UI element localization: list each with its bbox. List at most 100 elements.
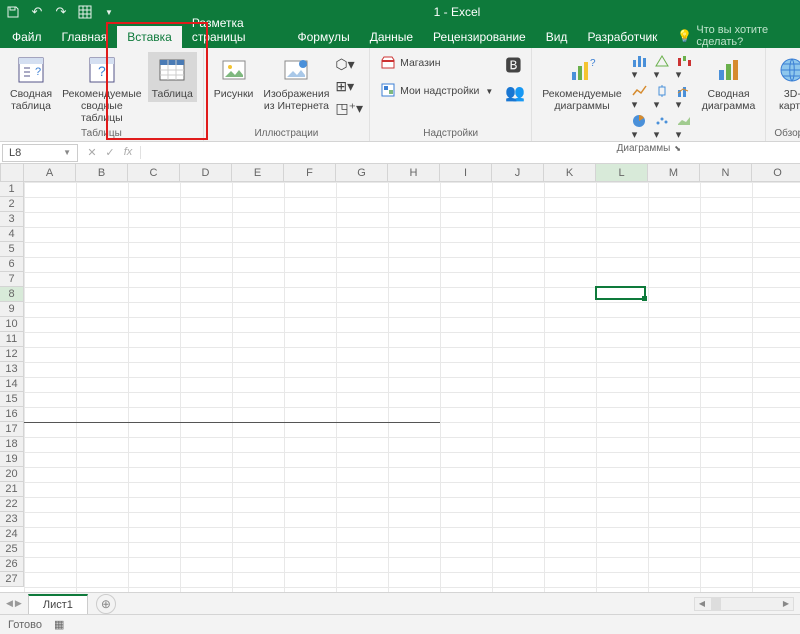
quick-grid-icon[interactable] — [76, 3, 94, 21]
tab-data[interactable]: Данные — [360, 26, 423, 48]
row-header[interactable]: 3 — [0, 212, 24, 227]
column-header[interactable]: E — [232, 164, 284, 182]
insert-function-icon[interactable]: fx — [120, 146, 136, 159]
tab-review[interactable]: Рецензирование — [423, 26, 536, 48]
online-pictures-button[interactable]: Изображения из Интернета — [259, 52, 333, 114]
sheet-nav-next-icon[interactable]: ▶ — [15, 598, 22, 609]
row-header[interactable]: 12 — [0, 347, 24, 362]
row-header[interactable]: 8 — [0, 287, 24, 302]
column-header[interactable]: A — [24, 164, 76, 182]
column-header[interactable]: H — [388, 164, 440, 182]
column-header[interactable]: J — [492, 164, 544, 182]
tab-view[interactable]: Вид — [536, 26, 578, 48]
chart-hierarchy-icon[interactable]: ▾ — [654, 54, 670, 81]
row-header[interactable]: 27 — [0, 572, 24, 587]
row-header[interactable]: 26 — [0, 557, 24, 572]
row-header[interactable]: 4 — [0, 227, 24, 242]
active-cell[interactable] — [595, 286, 646, 300]
online-pictures-icon — [280, 54, 312, 86]
smartart-dropdown-icon[interactable]: ⊞▾ — [335, 78, 363, 95]
column-header[interactable]: K — [544, 164, 596, 182]
my-addins-button[interactable]: Мои надстройки ▼ — [376, 80, 497, 102]
cells-area[interactable] — [24, 182, 800, 592]
recommended-pivot-tables-button[interactable]: ? Рекомендуемые сводные таблицы — [58, 52, 146, 126]
table-button[interactable]: Таблица — [148, 52, 197, 102]
row-header[interactable]: 21 — [0, 482, 24, 497]
row-header[interactable]: 22 — [0, 497, 24, 512]
sheet-nav-prev-icon[interactable]: ◀ — [6, 598, 13, 609]
store-button[interactable]: Магазин — [376, 52, 497, 74]
sheet-tab-active[interactable]: Лист1 — [28, 594, 88, 614]
column-header[interactable]: C — [128, 164, 180, 182]
column-header[interactable]: I — [440, 164, 492, 182]
row-header[interactable]: 24 — [0, 527, 24, 542]
cancel-formula-icon[interactable]: ✕ — [84, 146, 100, 159]
tab-page-layout[interactable]: Разметка страницы — [182, 12, 288, 48]
row-header[interactable]: 6 — [0, 257, 24, 272]
row-header[interactable]: 7 — [0, 272, 24, 287]
people-graph-icon[interactable]: 👥 — [505, 83, 525, 103]
row-header[interactable]: 2 — [0, 197, 24, 212]
column-header[interactable]: O — [752, 164, 800, 182]
pivot-table-button[interactable]: ? Сводная таблица — [6, 52, 56, 114]
shapes-dropdown-icon[interactable]: ⬡▾ — [335, 56, 363, 73]
row-header[interactable]: 13 — [0, 362, 24, 377]
row-header[interactable]: 19 — [0, 452, 24, 467]
row-header[interactable]: 16 — [0, 407, 24, 422]
name-box[interactable]: L8 ▼ — [2, 144, 78, 162]
chevron-down-icon[interactable]: ▼ — [63, 148, 71, 157]
undo-icon[interactable]: ↶ — [28, 3, 46, 21]
row-header[interactable]: 9 — [0, 302, 24, 317]
map-3d-button[interactable]: 3D- карта — [772, 52, 800, 114]
tab-formulas[interactable]: Формулы — [287, 26, 359, 48]
column-header[interactable]: N — [700, 164, 752, 182]
charts-dialog-launcher-icon[interactable]: ⬊ — [674, 144, 681, 153]
column-header[interactable]: B — [76, 164, 128, 182]
enter-formula-icon[interactable]: ✓ — [102, 146, 118, 159]
row-header[interactable]: 15 — [0, 392, 24, 407]
chart-surface-icon[interactable]: ▾ — [676, 114, 692, 141]
add-sheet-button[interactable]: ⊕ — [96, 594, 116, 614]
column-header[interactable]: L — [596, 164, 648, 182]
row-header[interactable]: 5 — [0, 242, 24, 257]
row-header[interactable]: 25 — [0, 542, 24, 557]
chart-combo-icon[interactable]: ▾ — [676, 84, 692, 111]
macro-record-icon[interactable]: ▦ — [54, 618, 64, 631]
column-header[interactable]: D — [180, 164, 232, 182]
row-header[interactable]: 20 — [0, 467, 24, 482]
row-header[interactable]: 14 — [0, 377, 24, 392]
column-header[interactable]: G — [336, 164, 388, 182]
select-all-corner[interactable] — [0, 164, 24, 182]
recommended-charts-button[interactable]: ? Рекомендуемые диаграммы — [538, 52, 626, 114]
save-icon[interactable] — [4, 3, 22, 21]
row-header[interactable]: 17 — [0, 422, 24, 437]
horizontal-scrollbar[interactable]: ◀▶ — [116, 597, 800, 611]
tab-file[interactable]: Файл — [2, 26, 52, 48]
row-header[interactable]: 1 — [0, 182, 24, 197]
column-header[interactable]: F — [284, 164, 336, 182]
pivot-chart-button[interactable]: Сводная диаграмма — [698, 52, 760, 114]
bing-maps-icon[interactable]: 🅱 — [505, 52, 525, 76]
row-header[interactable]: 10 — [0, 317, 24, 332]
tab-insert[interactable]: Вставка — [117, 26, 182, 48]
worksheet[interactable]: 1234567891011121314151617181920212223242… — [0, 164, 800, 592]
chart-pie-icon[interactable]: ▾ — [632, 114, 648, 141]
formula-input[interactable] — [141, 143, 800, 162]
row-header[interactable]: 11 — [0, 332, 24, 347]
tab-home[interactable]: Главная — [52, 26, 118, 48]
chart-waterfall-icon[interactable]: ▾ — [676, 54, 692, 81]
tab-developer[interactable]: Разработчик — [577, 26, 667, 48]
chart-statistic-icon[interactable]: ▾ — [654, 84, 670, 111]
redo-icon[interactable]: ↷ — [52, 3, 70, 21]
row-header[interactable]: 18 — [0, 437, 24, 452]
chart-scatter-icon[interactable]: ▾ — [654, 114, 670, 141]
tell-me-search[interactable]: 💡 Что вы хотите сделать? — [667, 24, 798, 48]
quick-access-toolbar: ↶ ↷ ▼ — [4, 3, 118, 21]
chart-line-icon[interactable]: ▾ — [632, 84, 648, 111]
pictures-button[interactable]: Рисунки — [210, 52, 258, 102]
chart-column-icon[interactable]: ▾ — [632, 54, 648, 81]
screenshot-dropdown-icon[interactable]: ◳⁺▾ — [335, 100, 363, 117]
row-header[interactable]: 23 — [0, 512, 24, 527]
column-header[interactable]: M — [648, 164, 700, 182]
qat-dropdown-icon[interactable]: ▼ — [100, 3, 118, 21]
